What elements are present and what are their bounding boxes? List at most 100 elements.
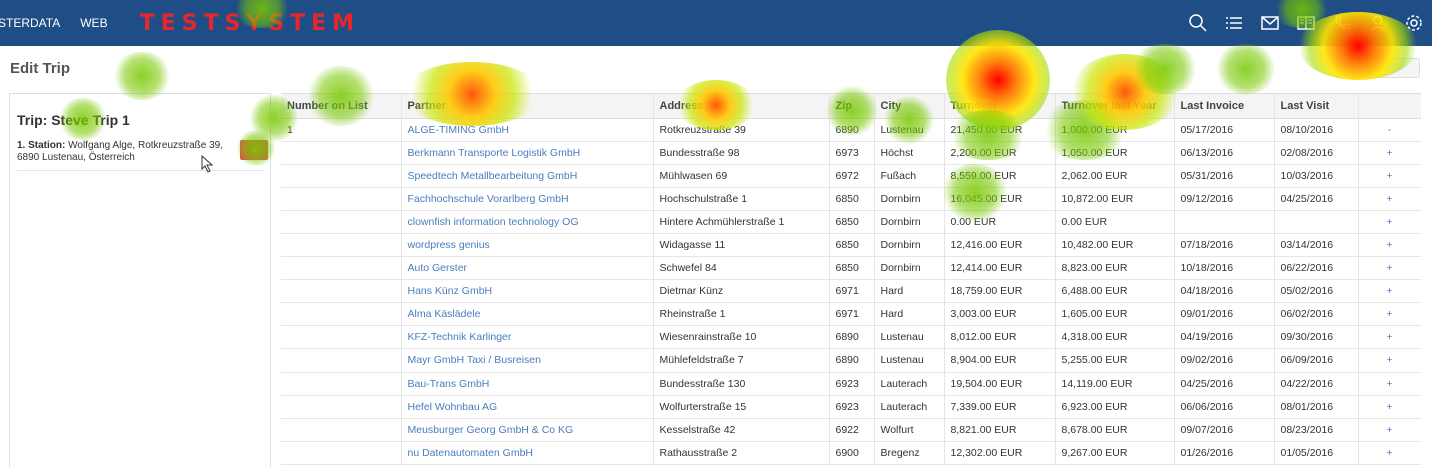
partner-link[interactable]: Bau-Trans GmbH <box>401 372 654 396</box>
last-visit-cell: 05/02/2016 <box>1274 279 1359 304</box>
back-button[interactable] <box>1336 58 1420 78</box>
list-number-cell <box>281 164 402 188</box>
address-cell: Hintere Achmühlerstraße 1 <box>653 210 830 234</box>
address-cell: Kesselstraße 42 <box>653 418 830 442</box>
add-remove-button[interactable]: + <box>1358 233 1421 258</box>
partner-link[interactable]: Meusburger Georg GmbH & Co KG <box>401 418 654 442</box>
search-icon[interactable] <box>1180 0 1216 46</box>
city-cell: Bregenz <box>874 441 945 465</box>
add-remove-button[interactable]: - <box>1358 118 1421 142</box>
partner-link[interactable]: Fachhochschule Vorarlberg GmbH <box>401 187 654 211</box>
zip-cell: 6850 <box>829 210 875 234</box>
add-remove-button[interactable]: + <box>1358 279 1421 304</box>
city-cell: Hard <box>874 302 945 327</box>
turnover-cell: 8,904.00 EUR <box>944 348 1056 373</box>
address-cell: Rathausstraße 2 <box>653 441 830 465</box>
column-header[interactable]: Number on List <box>281 94 402 119</box>
last-visit-cell: 04/22/2016 <box>1274 372 1359 396</box>
turnover-cell: 0.00 EUR <box>944 210 1056 234</box>
address-cell: Dietmar Künz <box>653 279 830 304</box>
table-row: Alma Käslädele Rheinstraße 1 6971 Hard 3,003… <box>281 302 1421 327</box>
column-header[interactable]: Partner <box>401 94 654 119</box>
add-remove-button[interactable]: + <box>1358 256 1421 281</box>
top-navbar: STERDATA WEB TESTSYSTEM <box>0 0 1432 46</box>
column-header[interactable]: Last Visit <box>1274 94 1359 119</box>
add-remove-button[interactable]: + <box>1358 395 1421 419</box>
city-cell: Dornbirn <box>874 233 945 258</box>
last-invoice-cell: 09/07/2016 <box>1174 418 1275 442</box>
column-header[interactable]: Zip <box>829 94 875 119</box>
last-invoice-cell: 09/02/2016 <box>1174 348 1275 373</box>
user-icon[interactable] <box>1360 0 1396 46</box>
turnover-cell: 19,504.00 EUR <box>944 372 1056 396</box>
column-header[interactable]: Address <box>653 94 830 119</box>
list-number-cell <box>281 187 402 211</box>
add-remove-button[interactable]: + <box>1358 302 1421 327</box>
list-number-cell <box>281 256 402 281</box>
partner-link[interactable]: Hans Künz GmbH <box>401 279 654 304</box>
partner-link[interactable]: ALGE-TIMING GmbH <box>401 118 654 142</box>
address-cell: Widagasse 11 <box>653 233 830 258</box>
table-row: nu Datenautomaten GmbH Rathausstraße 2 690… <box>281 441 1421 465</box>
column-header[interactable]: Last Invoice <box>1174 94 1275 119</box>
turnover-last-year-cell: 1,050.00 EUR <box>1055 141 1175 165</box>
partner-link[interactable]: clownfish information technology OG <box>401 210 654 234</box>
remove-station-button[interactable]: - <box>240 140 268 160</box>
trip-panel: Trip: Steve Trip 1 1. Station: Wolfgang … <box>9 93 271 467</box>
address-cell: Wiesenrainstraße 10 <box>653 325 830 350</box>
add-remove-button[interactable]: + <box>1358 210 1421 234</box>
add-remove-button[interactable]: + <box>1358 441 1421 465</box>
heatmap-blob <box>1214 44 1278 94</box>
last-visit-cell: 06/09/2016 <box>1274 348 1359 373</box>
brand-logo[interactable]: TESTSYSTEM <box>140 11 360 36</box>
gear-icon[interactable] <box>1396 0 1432 46</box>
address-cell: Rotkreuzstraße 39 <box>653 118 830 142</box>
list-icon[interactable] <box>1216 0 1252 46</box>
list-number-cell <box>281 441 402 465</box>
table-row: Hans Künz GmbH Dietmar Künz 6971 Hard 18,759… <box>281 279 1421 304</box>
column-header[interactable]: Turnover last Year <box>1055 94 1175 119</box>
partner-link[interactable]: Mayr GmbH Taxi / Busreisen <box>401 348 654 373</box>
last-visit-cell <box>1274 210 1359 234</box>
add-remove-button[interactable]: + <box>1358 187 1421 211</box>
partner-link[interactable]: wordpress genius <box>401 233 654 258</box>
column-header[interactable]: City <box>874 94 945 119</box>
turnover-last-year-cell: 10,872.00 EUR <box>1055 187 1175 211</box>
last-visit-cell: 08/01/2016 <box>1274 395 1359 419</box>
city-cell: Lauterach <box>874 395 945 419</box>
turnover-cell: 8,559.00 EUR <box>944 164 1056 188</box>
book-icon[interactable] <box>1288 0 1324 46</box>
add-remove-button[interactable]: + <box>1358 418 1421 442</box>
nav-masterdata[interactable]: STERDATA <box>0 0 70 46</box>
add-remove-button[interactable]: + <box>1358 348 1421 373</box>
partner-link[interactable]: KFZ-Technik Karlinger <box>401 325 654 350</box>
nav-web[interactable]: WEB <box>70 0 117 46</box>
turnover-cell: 2,200.00 EUR <box>944 141 1056 165</box>
last-invoice-cell: 09/01/2016 <box>1174 302 1275 327</box>
add-remove-button[interactable]: + <box>1358 141 1421 165</box>
divider <box>17 170 265 171</box>
column-header[interactable]: Turnover <box>944 94 1056 119</box>
mail-icon[interactable] <box>1252 0 1288 46</box>
turnover-last-year-cell: 14,119.00 EUR <box>1055 372 1175 396</box>
add-remove-button[interactable]: + <box>1358 372 1421 396</box>
zip-cell: 6971 <box>829 279 875 304</box>
phone-icon[interactable] <box>1324 0 1360 46</box>
city-cell: Höchst <box>874 141 945 165</box>
add-remove-button[interactable]: + <box>1358 325 1421 350</box>
last-visit-cell: 06/02/2016 <box>1274 302 1359 327</box>
partner-link[interactable]: Alma Käslädele <box>401 302 654 327</box>
partner-link[interactable]: Hefel Wohnbau AG <box>401 395 654 419</box>
partner-link[interactable]: Speedtech Metallbearbeitung GmbH <box>401 164 654 188</box>
add-remove-button[interactable]: + <box>1358 164 1421 188</box>
partner-link[interactable]: Berkmann Transporte Logistik GmbH <box>401 141 654 165</box>
column-header[interactable] <box>1358 94 1421 119</box>
zip-cell: 6890 <box>829 348 875 373</box>
last-invoice-cell: 04/18/2016 <box>1174 279 1275 304</box>
station-label: 1. Station: <box>17 140 66 151</box>
partner-link[interactable]: nu Datenautomaten GmbH <box>401 441 654 465</box>
partner-table: Number on List Partner Address Zip City Turno… <box>281 93 1421 467</box>
list-number-cell <box>281 210 402 234</box>
zip-cell: 6850 <box>829 256 875 281</box>
partner-link[interactable]: Auto Gerster <box>401 256 654 281</box>
